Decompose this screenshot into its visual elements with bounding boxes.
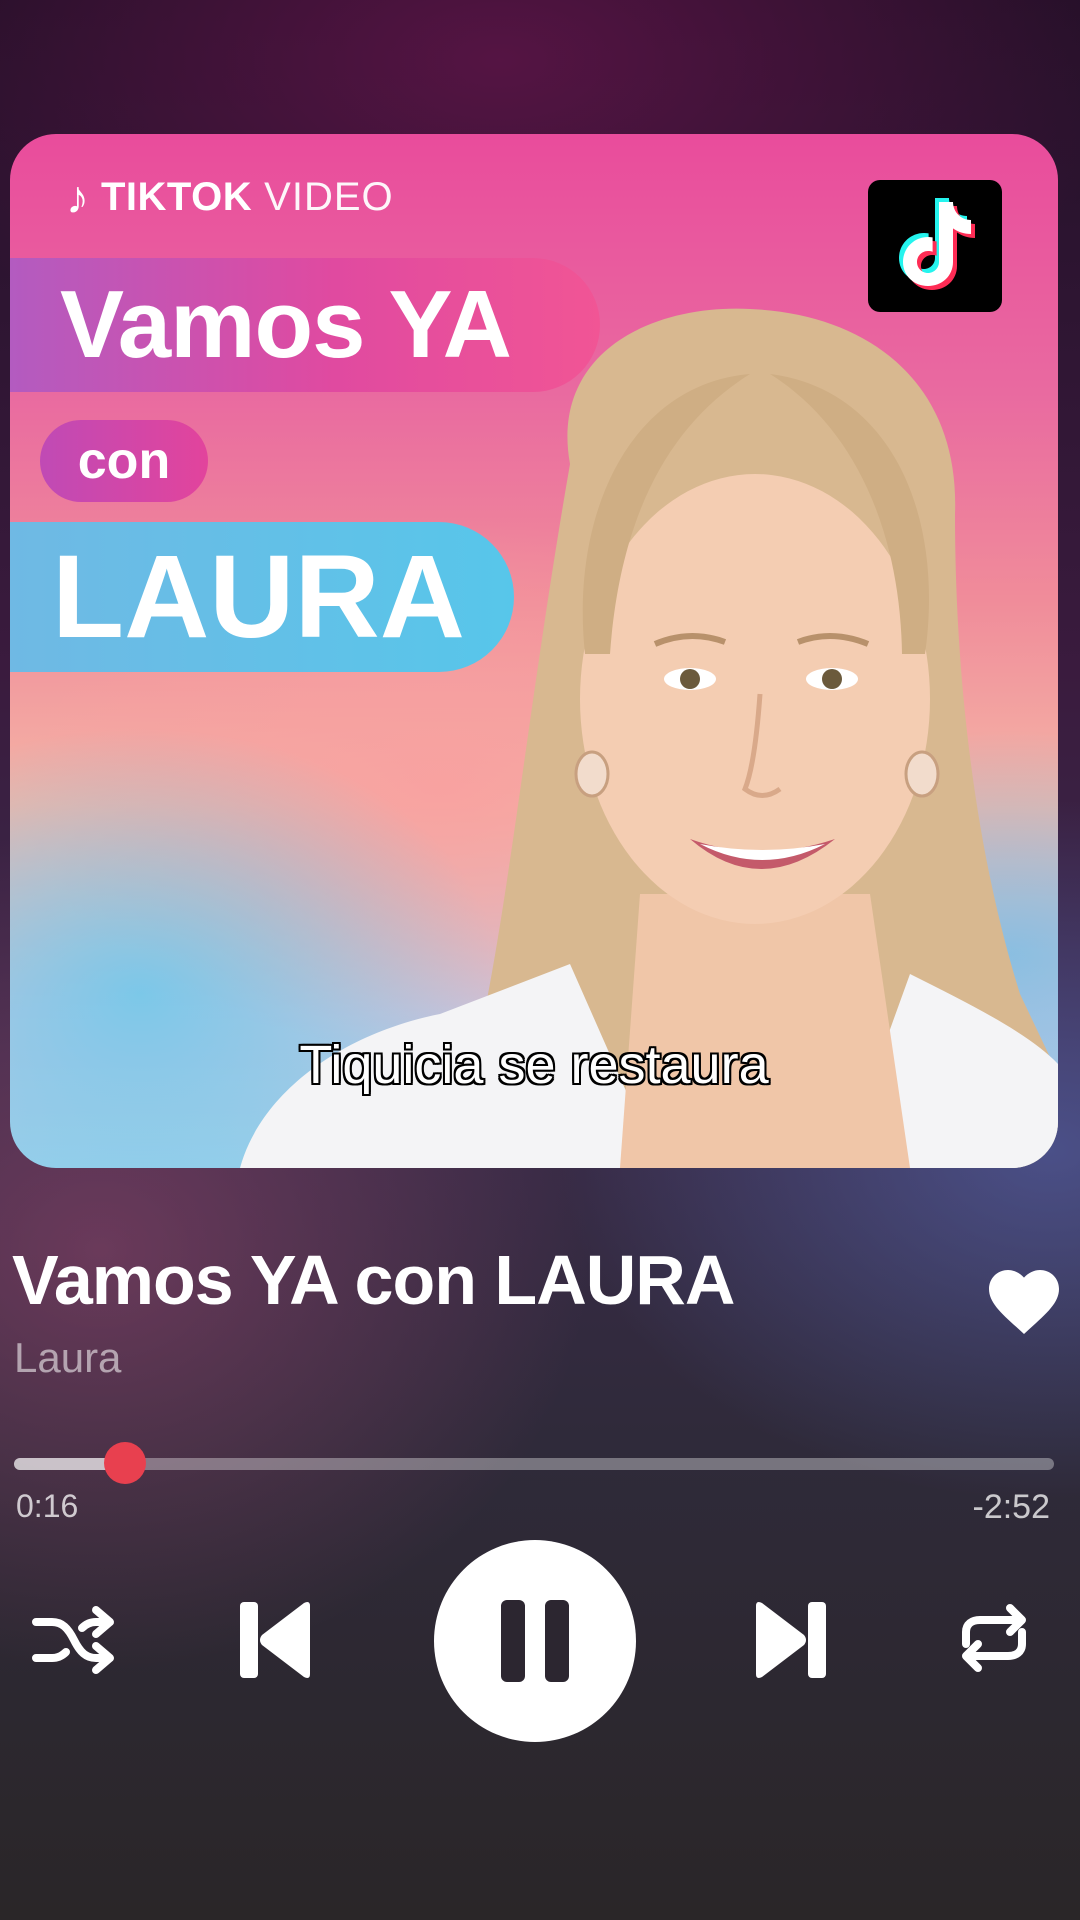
skip-next-icon <box>756 1602 826 1678</box>
shuffle-button[interactable] <box>30 1602 116 1678</box>
previous-button[interactable] <box>236 1598 316 1682</box>
tiktok-video-brand: ♪ TIKTOK VIDEO <box>66 174 394 220</box>
remaining-time: -2:52 <box>972 1488 1051 1526</box>
headline-con: con <box>40 420 208 502</box>
track-artist[interactable]: Laura <box>14 1334 121 1382</box>
brand-name: TIKTOK <box>101 174 253 219</box>
pause-icon <box>501 1600 569 1682</box>
tiktok-logo-icon <box>868 180 1002 312</box>
music-note-icon: ♪ <box>66 171 89 223</box>
shuffle-icon <box>32 1606 114 1674</box>
pause-button[interactable] <box>434 1540 636 1742</box>
track-title: Vamos YA con LAURA <box>12 1241 735 1319</box>
repeat-button[interactable] <box>954 1604 1034 1672</box>
album-cover: ♪ TIKTOK VIDEO Vamos YA con LAURA Tiquic… <box>10 134 1058 1168</box>
next-button[interactable] <box>750 1598 830 1682</box>
headline-vamos-ya: Vamos YA <box>10 258 600 392</box>
progress-bar[interactable] <box>14 1442 1054 1484</box>
repeat-icon <box>962 1604 1026 1672</box>
progress-thumb[interactable] <box>104 1442 147 1484</box>
elapsed-time: 0:16 <box>16 1488 79 1524</box>
skip-previous-icon <box>240 1602 310 1678</box>
heart-icon <box>989 1270 1059 1334</box>
headline-laura: LAURA <box>10 522 514 672</box>
brand-suffix: VIDEO <box>264 174 394 219</box>
video-caption: Tiquicia se restaura <box>299 1035 769 1095</box>
like-button[interactable] <box>984 1262 1064 1336</box>
